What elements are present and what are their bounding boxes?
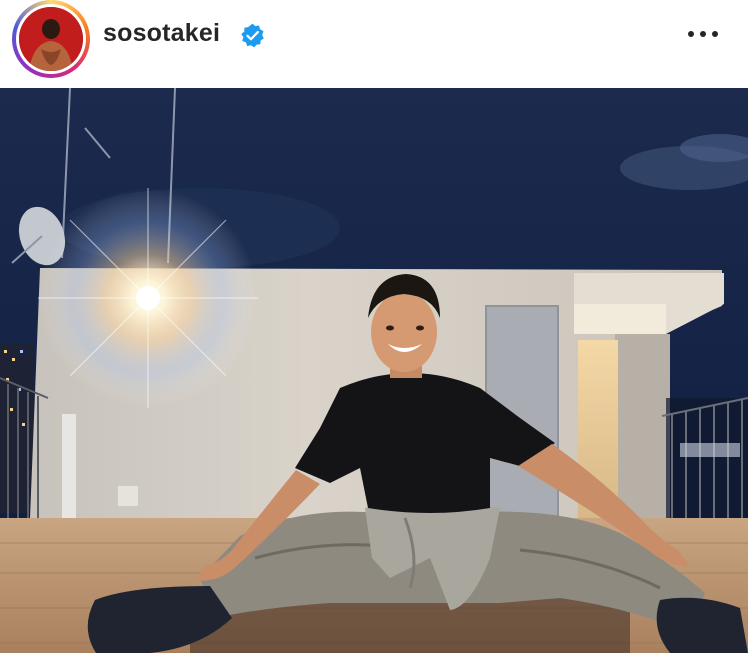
more-options-icon[interactable] [686,22,720,48]
avatar[interactable] [19,7,83,71]
verified-badge-icon [241,23,264,48]
rooftop-night-photo [0,88,748,653]
story-ring[interactable] [12,0,90,78]
username[interactable]: sosotakei [103,19,220,48]
avatar-figure [19,7,83,71]
post-header: sosotakei [0,0,748,88]
post-photo[interactable] [0,88,748,653]
